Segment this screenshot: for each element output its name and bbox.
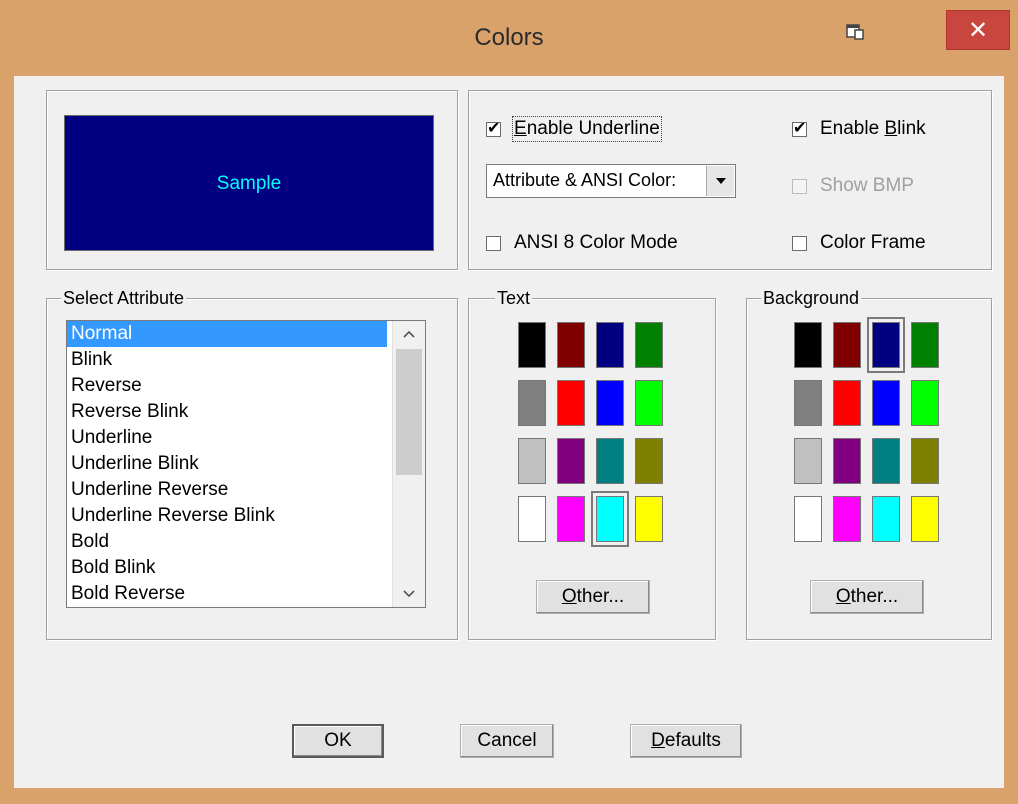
color-frame-label: Color Frame	[820, 232, 926, 253]
list-item[interactable]: Underline Blink	[67, 451, 387, 477]
sample-group: Sample	[46, 90, 458, 270]
color-mode-select[interactable]: Attribute & ANSI Color:	[486, 164, 736, 198]
list-item[interactable]: Reverse Blink	[67, 399, 387, 425]
list-item[interactable]: Underline Reverse Blink	[67, 503, 387, 529]
text-color-swatch[interactable]	[635, 438, 663, 484]
text-color-swatch[interactable]	[557, 380, 585, 426]
color-frame-checkbox[interactable]: Color Frame	[792, 232, 926, 254]
list-item[interactable]: Blink	[67, 347, 387, 373]
enable-underline-box[interactable]	[486, 118, 501, 138]
text-color-swatch[interactable]	[557, 496, 585, 542]
list-item[interactable]: Reverse	[67, 373, 387, 399]
text-other-button[interactable]: Other...	[536, 580, 650, 614]
text-color-swatch[interactable]	[635, 380, 663, 426]
background-color-swatch[interactable]	[911, 496, 939, 542]
show-bmp-label: Show BMP	[820, 175, 914, 196]
background-color-swatch[interactable]	[794, 496, 822, 542]
text-color-swatch[interactable]	[596, 322, 624, 368]
background-other-button[interactable]: Other...	[810, 580, 924, 614]
ok-button[interactable]: OK	[292, 724, 384, 758]
color-mode-value: Attribute & ANSI Color:	[493, 170, 677, 190]
enable-blink-checkbox[interactable]: Enable Blink	[792, 118, 926, 140]
defaults-button[interactable]: Defaults	[630, 724, 742, 758]
background-color-swatch[interactable]	[794, 380, 822, 426]
text-color-swatch[interactable]	[518, 496, 546, 542]
title-bar[interactable]: Colors ✕	[0, 0, 1018, 76]
window-title: Colors	[474, 24, 544, 51]
background-color-swatch[interactable]	[794, 438, 822, 484]
scroll-down-icon[interactable]	[393, 581, 425, 607]
show-bmp-box	[792, 178, 807, 194]
show-bmp-checkbox: Show BMP	[792, 175, 914, 197]
list-item[interactable]: Bold	[67, 529, 387, 555]
text-color-swatch[interactable]	[518, 380, 546, 426]
background-color-swatch[interactable]	[867, 317, 905, 373]
close-button[interactable]: ✕	[946, 10, 1010, 50]
background-color-swatch[interactable]	[911, 438, 939, 484]
text-color-swatch[interactable]	[596, 438, 624, 484]
text-color-swatch[interactable]	[557, 438, 585, 484]
attribute-items: Normal Blink Reverse Reverse Blink Underline…	[67, 321, 425, 607]
list-item[interactable]: Underline	[67, 425, 387, 451]
colors-dialog: Colors ✕ Sample Enable Underline Enable …	[0, 0, 1018, 804]
enable-underline-label: Enable Underline	[512, 116, 662, 142]
text-color-swatch[interactable]	[591, 491, 629, 547]
background-color-swatch[interactable]	[833, 380, 861, 426]
scrollbar[interactable]	[392, 321, 425, 607]
window-menu-icon[interactable]	[846, 24, 864, 40]
ansi8-box[interactable]	[486, 235, 501, 251]
background-color-swatch[interactable]	[872, 496, 900, 542]
color-frame-box[interactable]	[792, 235, 807, 251]
text-group-label: Text	[495, 288, 533, 308]
chevron-down-icon[interactable]	[706, 166, 734, 196]
text-color-swatch[interactable]	[635, 322, 663, 368]
attribute-list[interactable]: Normal Blink Reverse Reverse Blink Underline…	[66, 320, 426, 608]
list-item[interactable]: Underline Reverse	[67, 477, 387, 503]
background-color-swatch[interactable]	[911, 380, 939, 426]
list-item[interactable]: Normal	[67, 321, 387, 347]
select-attribute-label: Select Attribute	[61, 288, 187, 308]
ansi8-label: ANSI 8 Color Mode	[514, 232, 678, 253]
background-color-swatch[interactable]	[794, 322, 822, 368]
dialog-body: Sample Enable Underline Enable Blink Att…	[14, 76, 1004, 788]
background-color-swatch[interactable]	[872, 380, 900, 426]
text-color-swatch[interactable]	[635, 496, 663, 542]
list-item[interactable]: Bold Blink	[67, 555, 387, 581]
list-item[interactable]: Bold Reverse	[67, 581, 387, 607]
background-color-swatch[interactable]	[833, 438, 861, 484]
background-group-label: Background	[761, 288, 862, 308]
ansi8-checkbox[interactable]: ANSI 8 Color Mode	[486, 232, 678, 254]
text-color-swatch[interactable]	[596, 380, 624, 426]
enable-blink-label: Enable Blink	[820, 118, 926, 139]
sample-preview: Sample	[64, 115, 434, 251]
background-color-swatch[interactable]	[872, 438, 900, 484]
enable-underline-checkbox[interactable]: Enable Underline	[486, 116, 662, 142]
background-color-swatch[interactable]	[833, 322, 861, 368]
cancel-button[interactable]: Cancel	[460, 724, 554, 758]
enable-blink-box[interactable]	[792, 118, 807, 138]
background-color-swatch[interactable]	[911, 322, 939, 368]
background-color-swatch[interactable]	[833, 496, 861, 542]
scroll-up-icon[interactable]	[393, 321, 425, 347]
text-color-swatch[interactable]	[518, 322, 546, 368]
scroll-thumb[interactable]	[396, 349, 422, 475]
text-color-swatch[interactable]	[518, 438, 546, 484]
text-color-swatch[interactable]	[557, 322, 585, 368]
